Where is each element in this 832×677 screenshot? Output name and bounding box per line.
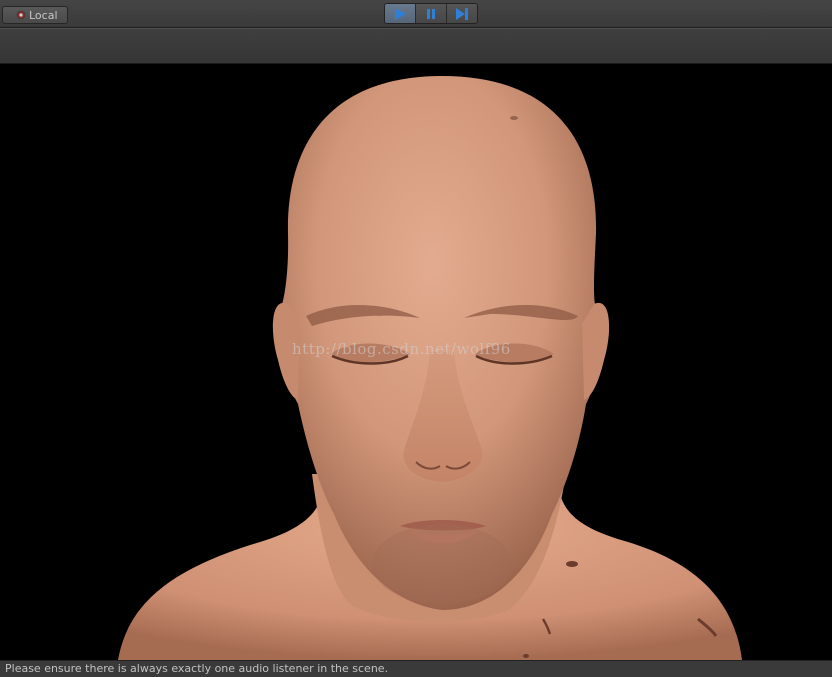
watermark-text: http://blog.csdn.net/wolf96 xyxy=(292,340,511,358)
play-icon xyxy=(395,7,406,20)
play-button[interactable] xyxy=(385,4,416,23)
pivot-rotation-label: Local xyxy=(29,8,58,22)
step-icon xyxy=(456,7,468,20)
unity-toolbar: Local xyxy=(0,0,832,28)
game-view[interactable]: http://blog.csdn.net/wolf96 xyxy=(0,64,832,660)
status-message: Please ensure there is always exactly on… xyxy=(5,662,389,675)
console-status-bar[interactable]: Please ensure there is always exactly on… xyxy=(0,660,832,677)
game-view-header xyxy=(0,28,832,64)
step-button[interactable] xyxy=(447,4,477,23)
pivot-rotation-icon xyxy=(16,10,26,20)
rendered-head-model xyxy=(118,76,742,660)
pause-icon xyxy=(427,8,435,19)
play-controls xyxy=(384,3,478,24)
pivot-rotation-local-button[interactable]: Local xyxy=(2,6,68,24)
pause-button[interactable] xyxy=(416,4,447,23)
